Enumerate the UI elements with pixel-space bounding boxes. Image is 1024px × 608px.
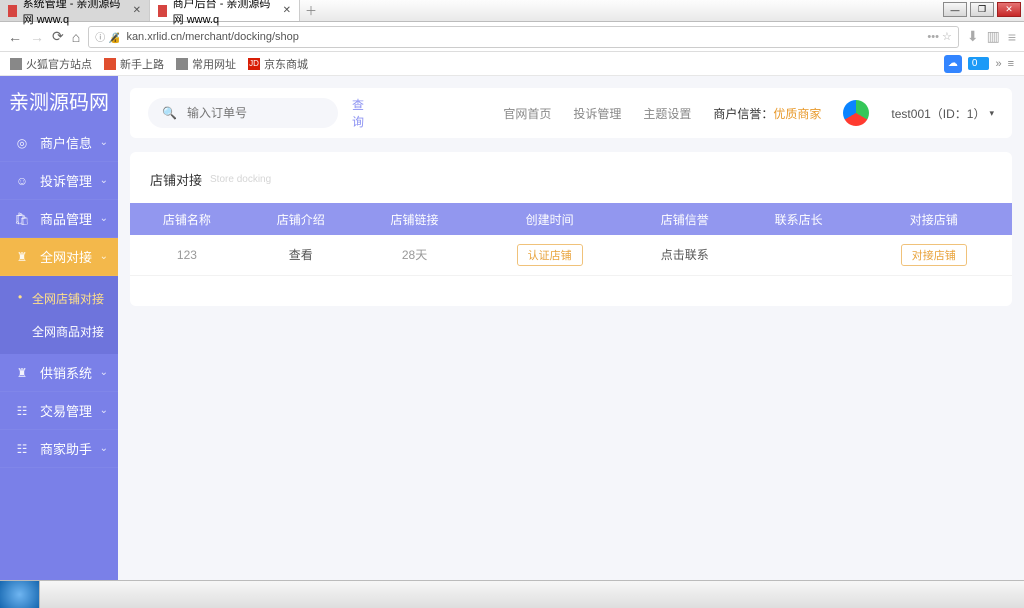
search-box: 🔍 查询 [148, 98, 338, 128]
sidebar-item-complaint[interactable]: ☺投诉管理⌄ [0, 162, 118, 200]
bookmark-item[interactable]: JD京东商城 [248, 56, 308, 72]
cell-contact-link[interactable]: 点击联系 [661, 248, 709, 262]
favicon [8, 5, 17, 17]
tab-title: 商户后台 - 亲测源码网 www.q [173, 0, 277, 27]
menu-icon[interactable]: ≡ [1008, 29, 1016, 45]
close-window-button[interactable]: ✕ [997, 2, 1021, 17]
url-text: kan.xrlid.cn/merchant/docking/shop [126, 31, 298, 43]
logo: 亲测源码网 [0, 76, 118, 124]
table-row: 123 查看 28天 认证店铺 点击联系 对接店铺 [130, 235, 1012, 275]
col-name: 店铺名称 [130, 203, 244, 235]
address-bar[interactable]: ⓘ 🔏 kan.xrlid.cn/merchant/docking/shop •… [88, 26, 959, 48]
sidebar-submenu: 全网店铺对接 全网商品对接 [0, 276, 118, 354]
user-menu[interactable]: test001（ID：1）▾ [891, 105, 994, 122]
browser-tab[interactable]: 系统管理 - 亲测源码网 www.q ✕ [0, 0, 150, 21]
col-intro: 店铺介绍 [244, 203, 358, 235]
sidebar-item-merchant[interactable]: ◎商户信息⌄ [0, 124, 118, 162]
credit-label: 商户信誉：优质商家 [713, 105, 821, 122]
sidebar-item-docking[interactable]: ♜全网对接⌄ [0, 238, 118, 276]
downloads-icon[interactable]: ⬇ [967, 28, 979, 45]
col-contact: 联系店长 [742, 203, 856, 235]
windows-taskbar[interactable] [0, 580, 1024, 608]
start-button[interactable] [0, 581, 40, 608]
lock-icon: ⓘ 🔏 [95, 29, 120, 44]
sidebar-item-supply[interactable]: ♜供销系统⌄ [0, 354, 118, 392]
docking-card: 店铺对接Store docking 店铺名称 店铺介绍 店铺链接 创建时间 店铺… [130, 152, 1012, 306]
cell-empty [742, 235, 856, 275]
app-root: 亲测源码网 ◎商户信息⌄ ☺投诉管理⌄ 🛍商品管理⌄ ♜全网对接⌄ 全网店铺对接… [0, 76, 1024, 580]
cell-link: 28天 [358, 235, 472, 275]
back-button[interactable]: ← [8, 29, 22, 45]
forward-button[interactable]: → [30, 29, 44, 45]
library-icon[interactable]: ▥ [987, 28, 1000, 45]
bookmark-item[interactable]: 新手上路 [104, 56, 164, 72]
topbar-links: 官网首页 投诉管理 主题设置 商户信誉：优质商家 test001（ID：1）▾ [503, 100, 994, 126]
extension-badge[interactable]: 0 [968, 57, 990, 70]
search-button[interactable]: 查询 [352, 96, 364, 130]
col-credit: 店铺信誉 [628, 203, 742, 235]
search-input[interactable] [187, 106, 342, 120]
sidebar-item-trade[interactable]: ☷交易管理⌄ [0, 392, 118, 430]
bookmark-item[interactable]: 火狐官方站点 [10, 56, 92, 72]
topbar: 🔍 查询 官网首页 投诉管理 主题设置 商户信誉：优质商家 test001（ID… [130, 88, 1012, 138]
sidebar-sub-shop[interactable]: 全网店铺对接 [0, 282, 118, 315]
close-icon[interactable]: ✕ [283, 5, 291, 16]
home-button[interactable]: ⌂ [72, 29, 80, 45]
tab-title: 系统管理 - 亲测源码网 www.q [23, 0, 127, 27]
menu-icon[interactable]: ≡ [1008, 58, 1014, 70]
bookmarks-bar: 火狐官方站点 新手上路 常用网址 JD京东商城 ☁ 0 » ≡ [0, 52, 1024, 76]
browser-navbar: ← → ⟳ ⌂ ⓘ 🔏 kan.xrlid.cn/merchant/dockin… [0, 22, 1024, 52]
avatar[interactable] [843, 100, 869, 126]
shop-table: 店铺名称 店铺介绍 店铺链接 创建时间 店铺信誉 联系店长 对接店铺 123 查… [130, 203, 1012, 276]
maximize-button[interactable]: ❐ [970, 2, 994, 17]
cell-intro-link[interactable]: 查看 [289, 248, 313, 262]
col-dock: 对接店铺 [856, 203, 1013, 235]
sidebar: 亲测源码网 ◎商户信息⌄ ☺投诉管理⌄ 🛍商品管理⌄ ♜全网对接⌄ 全网店铺对接… [0, 76, 118, 580]
window-controls: — ❐ ✕ [943, 0, 1024, 21]
link-home[interactable]: 官网首页 [503, 105, 551, 122]
sidebar-item-helper[interactable]: ☷商家助手⌄ [0, 430, 118, 468]
link-theme[interactable]: 主题设置 [643, 105, 691, 122]
baidu-icon[interactable]: ☁ [944, 55, 962, 73]
link-complaint[interactable]: 投诉管理 [573, 105, 621, 122]
minimize-button[interactable]: — [943, 2, 967, 17]
sidebar-sub-product[interactable]: 全网商品对接 [0, 315, 118, 348]
sidebar-item-product[interactable]: 🛍商品管理⌄ [0, 200, 118, 238]
reload-button[interactable]: ⟳ [52, 28, 64, 45]
col-link: 店铺链接 [358, 203, 472, 235]
cell-cert-badge[interactable]: 认证店铺 [517, 244, 583, 266]
search-icon: 🔍 [162, 106, 177, 120]
overflow-icon[interactable]: » [995, 58, 1001, 70]
cell-name: 123 [130, 235, 244, 275]
browser-titlebar: 系统管理 - 亲测源码网 www.q ✕ 商户后台 - 亲测源码网 www.q … [0, 0, 1024, 22]
favicon [158, 5, 167, 17]
card-title: 店铺对接Store docking [130, 170, 1012, 203]
cell-dock-button[interactable]: 对接店铺 [901, 244, 967, 266]
main-content: 🔍 查询 官网首页 投诉管理 主题设置 商户信誉：优质商家 test001（ID… [118, 76, 1024, 580]
browser-tab[interactable]: 商户后台 - 亲测源码网 www.q ✕ [150, 0, 300, 21]
col-time: 创建时间 [471, 203, 627, 235]
bookmark-item[interactable]: 常用网址 [176, 56, 236, 72]
new-tab-button[interactable]: ＋ [300, 0, 322, 21]
close-icon[interactable]: ✕ [133, 5, 141, 16]
